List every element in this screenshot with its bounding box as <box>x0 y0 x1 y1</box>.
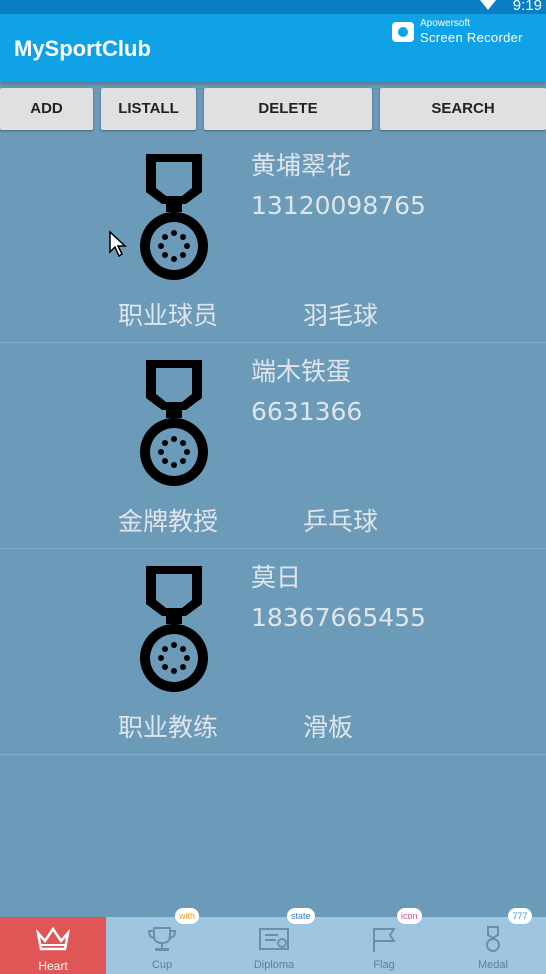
tab-badge: state <box>287 908 315 924</box>
wifi-icon <box>480 0 496 10</box>
recorder-watermark: Apowersoft Screen Recorder <box>392 18 532 54</box>
medal-icon <box>140 154 208 280</box>
app-title: MySportClub <box>14 36 151 61</box>
tab-badge: icon <box>397 908 422 924</box>
tab-heart[interactable]: Heart <box>0 917 106 974</box>
diploma-icon <box>259 928 289 950</box>
status-bar: 9:19 <box>0 0 546 14</box>
tab-label: Medal <box>478 959 508 971</box>
trophy-icon <box>147 927 177 951</box>
delete-button[interactable]: DELETE <box>204 88 372 130</box>
app-bar: MySportClub Apowersoft Screen Recorder <box>0 14 546 82</box>
member-role: 职业球员 <box>118 301 219 330</box>
tab-flag[interactable]: icon Flag <box>331 908 437 974</box>
medal-icon <box>140 566 208 692</box>
member-role: 金牌教授 <box>118 507 219 536</box>
mouse-cursor-icon <box>109 230 127 258</box>
listall-button[interactable]: LISTALL <box>101 88 196 130</box>
member-phone: 6631366 <box>251 397 363 426</box>
tab-medal[interactable]: 777 Medal <box>440 908 546 974</box>
tab-badge: with <box>175 908 200 924</box>
member-role: 职业教练 <box>118 713 219 742</box>
tab-label: Heart <box>38 959 68 973</box>
add-button[interactable]: ADD <box>0 88 93 130</box>
action-toolbar: ADD LISTALL DELETE SEARCH <box>0 86 546 132</box>
member-phone: 13120098765 <box>251 191 426 220</box>
tab-cup[interactable]: with Cup <box>109 908 215 974</box>
member-name: 端木铁蛋 <box>251 357 352 386</box>
camera-icon <box>392 22 414 42</box>
member-name: 莫日 <box>251 563 302 592</box>
medal-icon <box>486 926 500 952</box>
member-name: 黄埔翠花 <box>251 151 352 180</box>
member-sport: 滑板 <box>303 713 354 742</box>
status-time: 9:19 <box>512 0 542 14</box>
list-item[interactable]: 莫日 18367665455 职业教练 滑板 <box>0 548 546 755</box>
crown-icon <box>35 926 71 951</box>
tab-badge: 777 <box>508 908 532 924</box>
member-sport: 乒乓球 <box>303 507 379 536</box>
search-button[interactable]: SEARCH <box>380 88 546 130</box>
tab-diploma[interactable]: state Diploma <box>221 908 327 974</box>
tab-label: Flag <box>373 959 395 971</box>
list-item[interactable]: 端木铁蛋 6631366 金牌教授 乒乓球 <box>0 342 546 549</box>
member-sport: 羽毛球 <box>303 301 379 330</box>
tab-label: Cup <box>151 959 173 971</box>
tab-label: Diploma <box>253 959 295 971</box>
member-phone: 18367665455 <box>251 603 426 632</box>
flag-icon <box>373 928 396 952</box>
watermark-product: Screen Recorder <box>420 30 523 45</box>
bottom-navigation: Heart with Cup state Diploma icon Flag 7… <box>0 908 546 974</box>
watermark-brand: Apowersoft <box>420 18 471 29</box>
list-item[interactable]: 黄埔翠花 13120098765 职业球员 羽毛球 <box>0 136 546 343</box>
medal-icon <box>140 360 208 486</box>
